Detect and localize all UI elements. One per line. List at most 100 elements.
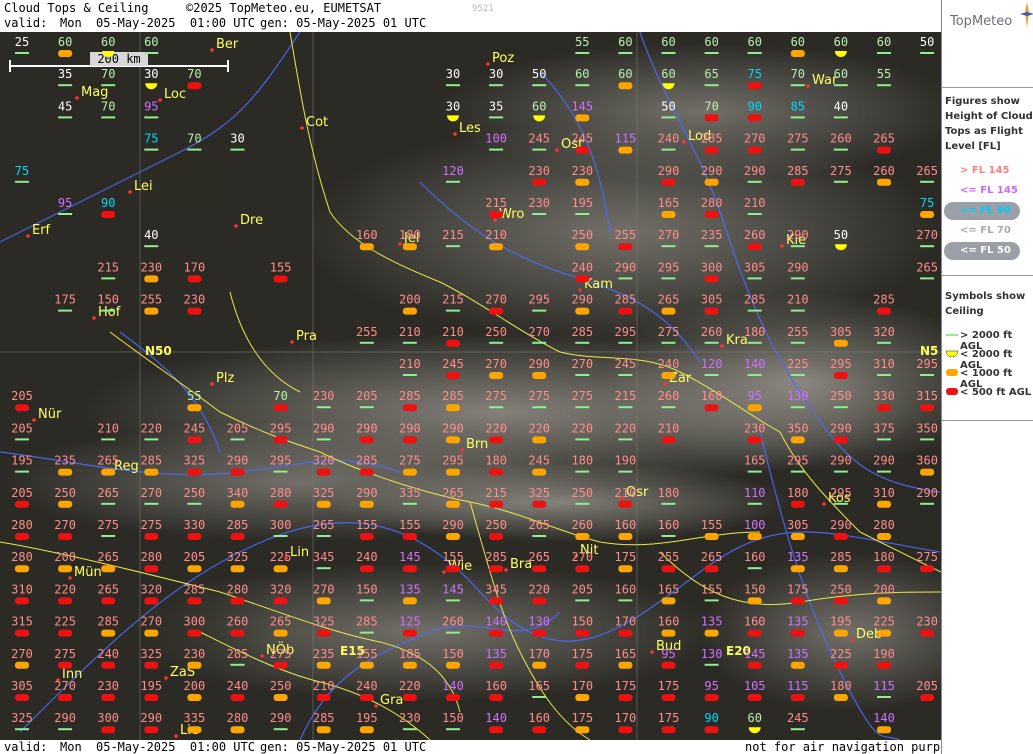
ceiling-symbol [58, 565, 73, 573]
cloud-top-value: 325 [140, 647, 162, 661]
cloud-top-value: 160 [744, 615, 766, 629]
ceiling-symbol [402, 243, 417, 251]
valid-datetime: 05-May-2025 01:00 UTC [96, 16, 255, 30]
ceiling-symbol [101, 468, 116, 476]
city-dot [210, 48, 214, 52]
ceiling-symbol [402, 436, 417, 444]
footer-generated-time: gen: 05-May-2025 01 UTC [260, 740, 427, 754]
cloud-top-value: 295 [658, 260, 680, 274]
cloud-top-value: 320 [270, 582, 292, 596]
cloud-top-value: 180 [787, 486, 809, 500]
cloud-top-value: 100 [485, 132, 507, 146]
city-label: Loc [164, 87, 186, 102]
cloud-top-value: 205 [11, 421, 33, 435]
ceiling-symbol [187, 565, 202, 573]
ceiling-symbol [747, 597, 762, 605]
ceiling-symbol [747, 661, 762, 669]
satellite-map[interactable]: 200 km N50 N5 E15 E20 Ber Poz Mag Loc War Cot… [0, 32, 941, 740]
cloud-top-value: 230 [916, 615, 938, 629]
cloud-top-value: 120 [701, 357, 723, 371]
cloud-top-value: 285 [873, 293, 895, 307]
cloud-top-value: 90 [101, 196, 115, 210]
ceiling-symbol [58, 533, 73, 540]
cloud-top-value: 170 [571, 679, 593, 693]
ceiling-symbol [575, 275, 590, 283]
cloud-top-value: 250 [830, 582, 852, 596]
cloud-top-value: 220 [571, 421, 593, 435]
cloud-top-value: 290 [356, 486, 378, 500]
ceiling-symbol [704, 533, 719, 540]
ceiling-symbol [790, 629, 805, 637]
cloud-top-value: 260 [701, 325, 723, 339]
cloud-top-value: 205 [227, 421, 249, 435]
ceiling-symbol [230, 468, 245, 476]
cloud-top-value: 30 [230, 132, 244, 146]
city-label: Brn [466, 437, 488, 452]
ceiling-symbol [747, 694, 762, 701]
cloud-top-value: 50 [920, 35, 934, 49]
cloud-top-value: 165 [528, 679, 550, 693]
cloud-top-value: 60 [877, 35, 891, 49]
cloud-top-value: 250 [184, 486, 206, 500]
cloud-top-value: 275 [399, 454, 421, 468]
cloud-top-value: 290 [787, 260, 809, 274]
city-dot [486, 62, 490, 66]
cloud-top-value: 50 [661, 99, 675, 113]
cloud-top-value: 150 [356, 582, 378, 596]
ceiling-symbol [575, 114, 590, 122]
cloud-top-value: 295 [528, 293, 550, 307]
city-dot [578, 288, 582, 292]
cloud-top-value: 285 [227, 518, 249, 532]
cloud-top-value: 325 [184, 454, 206, 468]
cloud-top-value: 320 [873, 325, 895, 339]
cloud-top-value: 210 [615, 486, 637, 500]
cloud-top-value: 255 [658, 550, 680, 564]
ceiling-symbol [316, 629, 331, 637]
cloud-top-value: 60 [618, 67, 632, 81]
cloud-top-value: 55 [575, 35, 589, 49]
cloud-top-value: 290 [399, 421, 421, 435]
cloud-top-value: 245 [615, 357, 637, 371]
cloud-top-value: 230 [399, 711, 421, 725]
ceiling-symbol [316, 694, 331, 701]
ceiling-symbol [446, 694, 460, 701]
cloud-top-value: 310 [873, 486, 895, 500]
cloud-top-value: 285 [97, 615, 119, 629]
ceiling-symbol [532, 436, 547, 444]
ceiling-symbol [402, 694, 417, 701]
cloud-top-value: 270 [140, 615, 162, 629]
cloud-top-value: 270 [485, 357, 507, 371]
cloud-top-value: 60 [661, 67, 675, 81]
ceiling-symbol [877, 661, 891, 669]
city-dot [174, 734, 178, 738]
city-dot [780, 244, 784, 248]
cloud-top-value: 295 [270, 421, 292, 435]
ceiling-symbol [532, 661, 547, 669]
ceiling-symbol [704, 178, 719, 186]
cloud-top-value: 260 [571, 518, 593, 532]
ceiling-symbol [230, 597, 245, 605]
cloud-top-value: 285 [227, 647, 249, 661]
ceiling-symbol [747, 436, 762, 444]
cloud-top-value: 225 [830, 647, 852, 661]
cloud-top-value: 170 [184, 260, 206, 274]
ceiling-symbol [532, 726, 547, 734]
cloud-top-value: 50 [532, 67, 546, 81]
cloud-top-value: 175 [787, 582, 809, 596]
cloud-top-value: 310 [11, 582, 33, 596]
cloud-top-value: 280 [11, 550, 33, 564]
ceiling-symbol [187, 694, 202, 701]
ceiling-symbol [446, 468, 460, 476]
city-dot [300, 126, 304, 130]
ceiling-symbol [489, 500, 504, 508]
ceiling-symbol [273, 436, 288, 444]
cloud-top-value: 150 [571, 615, 593, 629]
cloud-top-value: 95 [704, 679, 718, 693]
cloud-top-value: 70 [704, 99, 718, 113]
cloud-top-value: 285 [356, 615, 378, 629]
cloud-top-value: 305 [744, 260, 766, 274]
cloud-top-value: 145 [744, 647, 766, 661]
ceiling-symbol [15, 533, 29, 540]
ceiling-symbol [15, 694, 29, 701]
cloud-top-value: 245 [442, 357, 464, 371]
